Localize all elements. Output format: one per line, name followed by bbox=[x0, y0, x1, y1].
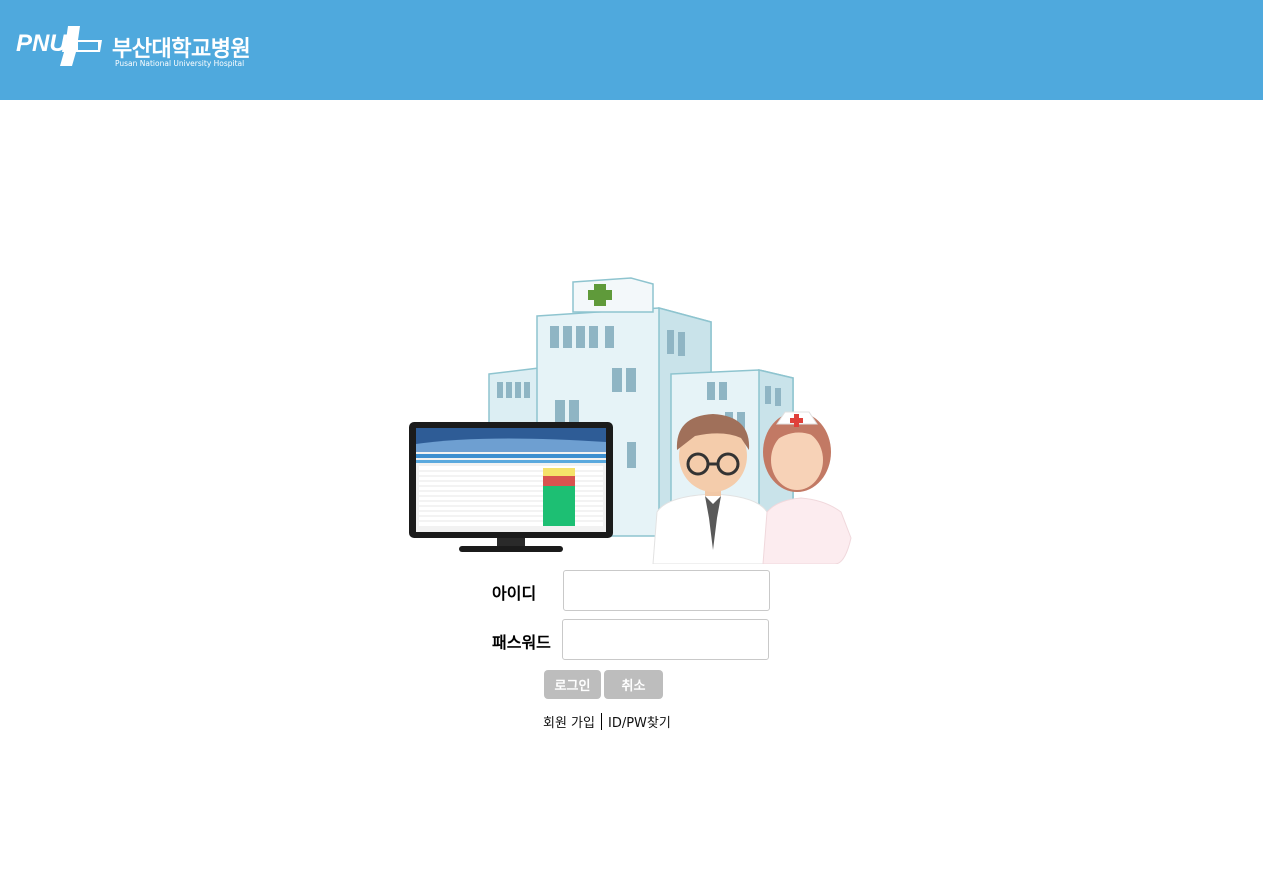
find-id-password-link[interactable]: ID/PW찾기 bbox=[608, 716, 671, 731]
password-input[interactable] bbox=[562, 619, 769, 660]
id-label: 아이디 bbox=[492, 584, 537, 603]
signup-link[interactable]: 회원 가입 bbox=[543, 716, 595, 731]
login-button[interactable]: 로그인 bbox=[544, 670, 601, 699]
hospital-illustration bbox=[409, 277, 852, 564]
link-divider bbox=[600, 713, 602, 730]
pnuh-logo-mark: PNU bbox=[16, 26, 102, 66]
logo-name-english: Pusan National University Hospital bbox=[115, 59, 245, 68]
id-input[interactable] bbox=[563, 570, 770, 611]
monitor-illustration bbox=[409, 422, 613, 552]
cancel-button[interactable]: 취소 bbox=[604, 670, 663, 699]
hospital-logo[interactable]: PNU 부산대학교병원 Pusan National University Ho… bbox=[16, 22, 256, 72]
logo-mark-text: PNU bbox=[16, 30, 67, 57]
account-links: 회원 가입 ID/PW찾기 bbox=[543, 712, 671, 734]
password-label: 패스워드 bbox=[492, 633, 551, 652]
header-bar: PNU 부산대학교병원 Pusan National University Ho… bbox=[0, 0, 1263, 100]
